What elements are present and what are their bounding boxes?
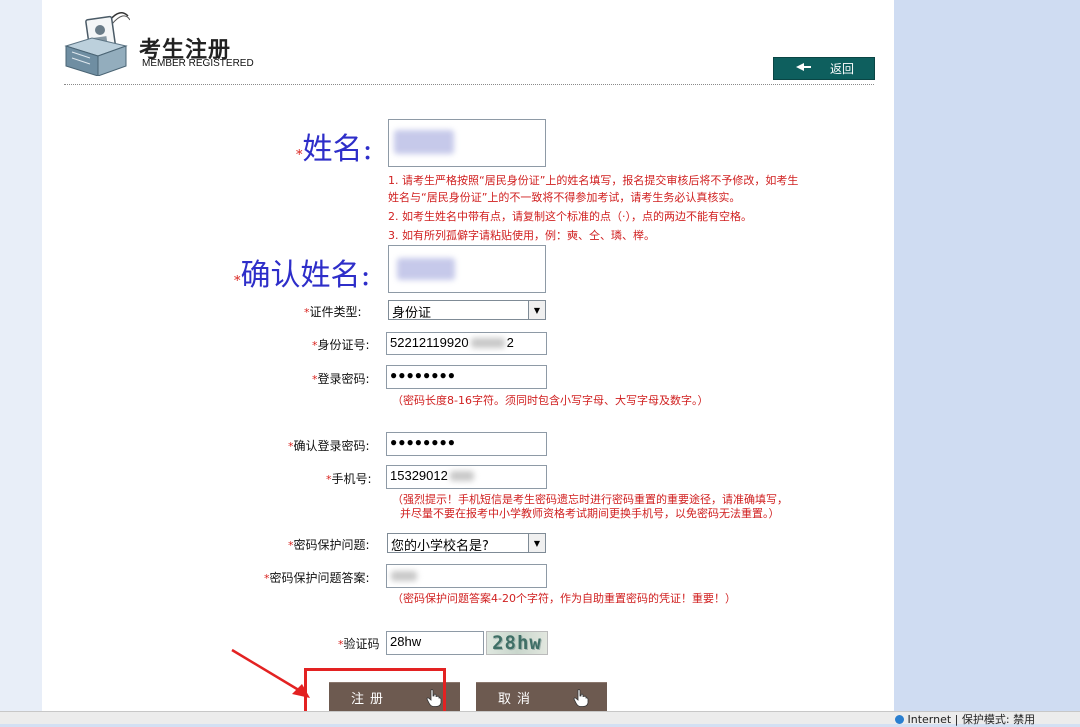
captcha-image[interactable]: 28hw — [486, 631, 548, 655]
chevron-down-icon[interactable]: ▼ — [528, 301, 545, 319]
redacted-value — [394, 130, 454, 154]
security-answer-label: *密码保护问题答案: — [264, 571, 370, 585]
right-background — [894, 0, 1080, 723]
phone-hint-2: 并尽量不要在报考中小学教师资格考试期间更换手机号，以免密码无法重置。） — [400, 507, 780, 520]
confirm-password-input[interactable]: ●●●●●●●● — [386, 432, 547, 456]
redacted-value — [391, 571, 417, 581]
cancel-button-label: 取消 — [498, 692, 537, 707]
id-number-label: *身份证号: — [312, 338, 370, 352]
name-hint-3: 2. 如考生姓名中带有点，请复制这个标准的点（·），点的两边不能有空格。 — [388, 210, 752, 223]
status-bar-text: Internet | 保护模式: 禁用 — [895, 711, 1035, 727]
badge-icon — [62, 6, 131, 77]
password-input[interactable]: ●●●●●●●● — [386, 365, 547, 389]
back-button-label: 返回 — [829, 62, 854, 76]
id-type-label: *证件类型: — [304, 305, 362, 319]
confirm-name-input[interactable] — [388, 245, 546, 293]
id-number-input[interactable]: 52212119920 2 — [386, 332, 547, 355]
redacted-value — [397, 258, 455, 280]
security-answer-input[interactable] — [386, 564, 547, 588]
name-hint-1: 1. 请考生严格按照“居民身份证”上的姓名填写，报名提交审核后将不予修改，如考生 — [388, 174, 799, 187]
phone-input[interactable]: 15329012 — [386, 465, 547, 489]
password-label: *登录密码: — [312, 372, 370, 386]
captcha-label: *验证码 — [338, 637, 380, 651]
register-highlight-box — [304, 668, 446, 716]
captcha-input[interactable]: 28hw — [386, 631, 484, 655]
confirm-password-label: *确认登录密码: — [288, 439, 370, 453]
confirm-name-label: *确认姓名: — [234, 258, 371, 293]
hand-pointer-icon — [573, 689, 589, 711]
security-question-label: *密码保护问题: — [288, 538, 370, 552]
name-input[interactable] — [388, 119, 546, 167]
redacted-value — [449, 471, 474, 481]
name-hint-2: 姓名与“居民身份证”上的不一致将不得参加考试，请考生务必认真核实。 — [388, 191, 741, 204]
back-button[interactable]: 返回 — [773, 57, 875, 80]
hand-icon — [794, 61, 812, 76]
red-arrow-icon — [230, 648, 312, 704]
phone-label: *手机号: — [326, 472, 372, 486]
name-hint-4: 3. 如有所列孤僻字请粘贴使用，例：奭、仝、璘、榉。 — [388, 229, 655, 242]
security-question-value: 您的小学校名是? — [391, 539, 489, 554]
chevron-down-icon[interactable]: ▼ — [528, 534, 545, 552]
header-divider — [64, 84, 874, 85]
id-type-select[interactable]: 身份证 ▼ — [388, 300, 546, 321]
cancel-button[interactable]: 取消 — [476, 682, 607, 712]
id-type-value: 身份证 — [392, 306, 432, 321]
left-background — [0, 0, 42, 723]
name-label: *姓名: — [296, 132, 373, 167]
security-answer-hint: （密码保护问题答案4-20个字符，作为自助重置密码的凭证！重要！） — [392, 592, 736, 605]
registration-page: 考生注册 MEMBER REGISTERED 返回 *姓名: 1. 请考生严格按… — [42, 0, 894, 723]
security-question-select[interactable]: 您的小学校名是? ▼ — [387, 533, 546, 554]
password-hint: （密码长度8-16字符。须同时包含小写字母、大写字母及数字。） — [392, 394, 709, 407]
page-subtitle: MEMBER REGISTERED — [142, 58, 254, 69]
redacted-value — [470, 338, 505, 348]
